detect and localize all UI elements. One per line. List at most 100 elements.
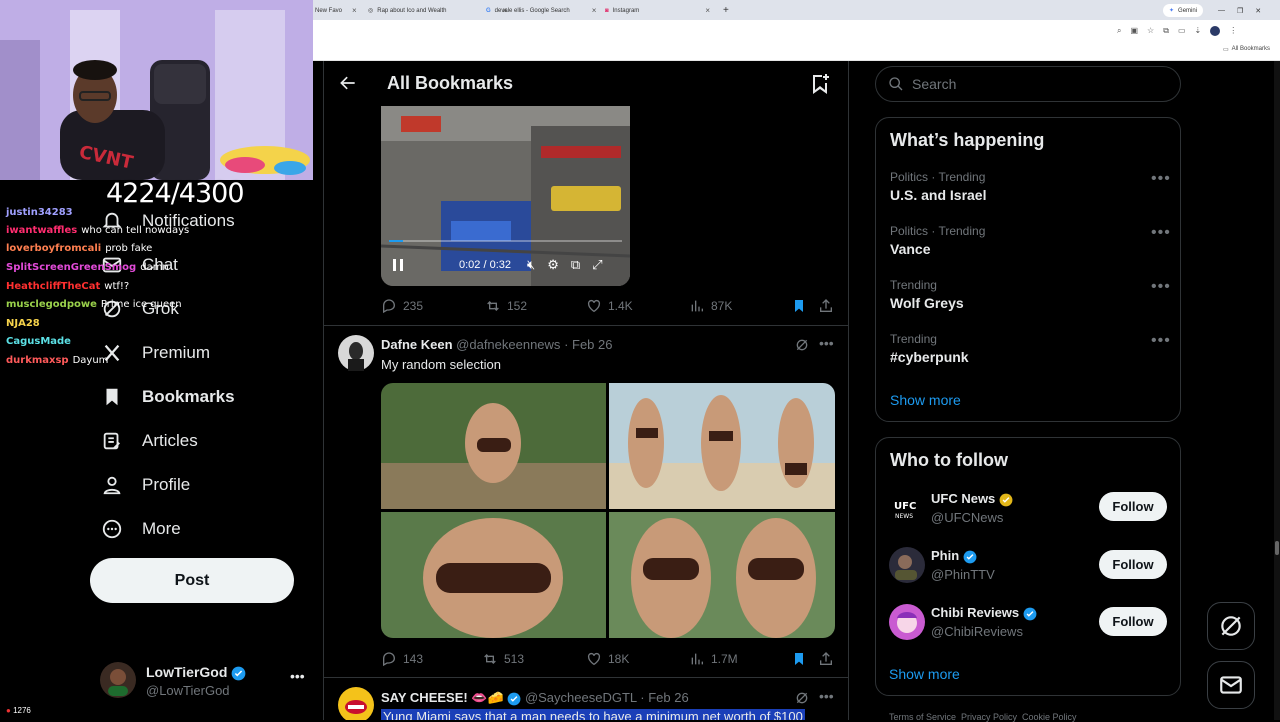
trend-more-icon[interactable]: ••• [1151, 278, 1171, 296]
grok-explain-icon[interactable] [794, 337, 810, 353]
cast-icon[interactable]: ▣ [1130, 26, 1138, 36]
settings-gear-icon[interactable]: ⚙ [547, 257, 559, 273]
grok-floating-button[interactable] [1207, 602, 1255, 650]
maximize-icon[interactable]: ❐ [1237, 7, 1243, 15]
trend-more-icon[interactable]: ••• [1151, 170, 1171, 188]
trend-item[interactable]: Politics · Trending U.S. and Israel [890, 170, 986, 203]
sidebar-item-articles[interactable]: Articles [100, 429, 198, 453]
follow-button[interactable]: Follow [1099, 492, 1167, 521]
sidebar-icon[interactable]: ▭ [1178, 26, 1186, 36]
follow-name-row[interactable]: Chibi Reviews [931, 605, 1037, 621]
show-more-link[interactable]: Show more [889, 666, 960, 682]
share-button[interactable] [818, 298, 834, 314]
avatar[interactable] [889, 604, 925, 640]
avatar[interactable] [338, 335, 374, 371]
tweet-text: Yung Miami says that a man needs to have… [381, 709, 805, 720]
bookmark-filled-icon [795, 653, 803, 665]
envelope-icon [1220, 676, 1242, 694]
share-icon [820, 299, 832, 312]
account-switcher[interactable]: LowTierGod @LowTierGod ••• [100, 662, 314, 702]
avatar[interactable] [338, 687, 374, 720]
tweet-date[interactable]: · Feb 26 [640, 690, 688, 705]
browser-tab[interactable]: G devale ellis - Google Search × [486, 3, 596, 18]
bookmark-add-button[interactable] [808, 72, 832, 96]
repost-button[interactable]: 513 [482, 651, 524, 667]
video-controls: 🔇︎ ⚙ ⧉ ⤢ [527, 257, 603, 273]
tweet-more-icon[interactable]: ••• [819, 688, 834, 704]
close-tab-icon[interactable]: × [352, 6, 357, 15]
trend-item[interactable]: Trending Wolf Greys [890, 278, 964, 311]
show-more-link[interactable]: Show more [890, 392, 961, 408]
grok-explain-icon[interactable] [794, 690, 810, 706]
trend-more-icon[interactable]: ••• [1151, 332, 1171, 350]
trend-more-icon[interactable]: ••• [1151, 224, 1171, 242]
trend-item[interactable]: Politics · Trending Vance [890, 224, 985, 257]
search-input[interactable]: Search [875, 66, 1181, 102]
views-button[interactable]: 87K [689, 298, 732, 314]
page-scrollbar[interactable] [1274, 61, 1280, 720]
reply-button[interactable]: 235 [381, 298, 423, 314]
follow-button[interactable]: Follow [1099, 607, 1167, 636]
browser-tab-active[interactable]: ◙ Instagram × [605, 3, 710, 18]
close-tab-icon[interactable]: × [592, 6, 597, 15]
post-button[interactable]: Post [90, 558, 294, 603]
mute-icon[interactable]: 🔇︎ [527, 257, 535, 273]
tweet-author-name[interactable]: Dafne Keen [381, 337, 453, 352]
extension-icon[interactable]: ⧉ [1163, 26, 1169, 36]
sidebar-item-profile[interactable]: Profile [100, 473, 190, 497]
main-timeline: All Bookmarks 0:02 / 0:32 🔇︎ ⚙ ⧉ ⤢ 235 1… [323, 61, 849, 720]
bookmark-button[interactable] [791, 651, 807, 667]
tweet-media-grid[interactable] [381, 383, 835, 638]
tweet-more-icon[interactable]: ••• [819, 335, 834, 351]
download-icon[interactable]: ⇣ [1195, 26, 1202, 36]
gemini-button[interactable]: ✦ Gemini [1163, 4, 1204, 17]
bookmark-button[interactable] [791, 298, 807, 314]
tweet-video[interactable]: 0:02 / 0:32 🔇︎ ⚙ ⧉ ⤢ [381, 106, 630, 286]
chat-message: durkmaxsp Dayum [6, 355, 109, 366]
whats-happening-card: What’s happening Politics · Trending U.S… [875, 117, 1181, 422]
tweet-author-name[interactable]: SAY CHEESE! 👄🧀 [381, 690, 504, 705]
footer-links[interactable]: Terms of Service Privacy Policy Cookie P… [889, 712, 1077, 722]
sidebar-item-premium[interactable]: Premium [100, 341, 210, 365]
verified-badge-icon [1023, 607, 1037, 620]
minimize-icon[interactable]: — [1218, 7, 1225, 14]
repost-button[interactable]: 152 [485, 298, 527, 314]
star-icon[interactable]: ☆ [1147, 26, 1154, 36]
scrollbar-thumb[interactable] [1275, 541, 1279, 555]
views-button[interactable]: 1.7M [689, 651, 738, 667]
back-button[interactable] [338, 73, 358, 93]
tweet-author-handle[interactable]: @dafnekeennews [456, 337, 560, 352]
sidebar-item-bookmarks[interactable]: Bookmarks [100, 385, 235, 409]
menu-icon[interactable]: ⋮ [1229, 26, 1237, 36]
reply-button[interactable]: 143 [381, 651, 423, 667]
tweet-date[interactable]: · Feb 26 [564, 337, 612, 352]
zoom-icon[interactable]: ⌕ [1117, 26, 1121, 36]
follow-button[interactable]: Follow [1099, 550, 1167, 579]
follow-name-row[interactable]: UFC News [931, 491, 1013, 507]
section-title: What’s happening [890, 130, 1045, 150]
sidebar-item-more[interactable]: More [100, 517, 181, 541]
like-button[interactable]: 18K [586, 651, 629, 667]
fullscreen-icon[interactable]: ⤢ [592, 257, 602, 273]
close-window-icon[interactable]: ✕ [1255, 7, 1261, 15]
all-bookmarks-folder[interactable]: ▭ All Bookmarks [1223, 46, 1270, 53]
messages-floating-button[interactable] [1207, 661, 1255, 709]
tweet-author-handle[interactable]: @SaycheeseDGTL [525, 690, 637, 705]
video-progress-bar[interactable] [389, 240, 622, 242]
divider [324, 325, 848, 326]
views-bar-icon [691, 653, 703, 665]
close-tab-icon[interactable]: × [705, 6, 710, 15]
pause-icon[interactable] [391, 258, 405, 272]
avatar[interactable]: UFCNEWS [889, 489, 925, 525]
like-button[interactable]: 1.4K [586, 298, 633, 314]
new-tab-button[interactable]: + [723, 3, 729, 18]
avatar[interactable] [889, 547, 925, 583]
trend-item[interactable]: Trending #cyberpunk [890, 332, 969, 365]
share-button[interactable] [818, 651, 834, 667]
account-more-icon[interactable]: ••• [290, 668, 305, 684]
follow-name-row[interactable]: Phin [931, 548, 977, 564]
pip-icon[interactable]: ⧉ [571, 257, 580, 273]
verified-badge-icon [231, 666, 246, 681]
profile-avatar[interactable] [1210, 26, 1221, 36]
browser-tab[interactable]: New Favo × [315, 3, 357, 18]
